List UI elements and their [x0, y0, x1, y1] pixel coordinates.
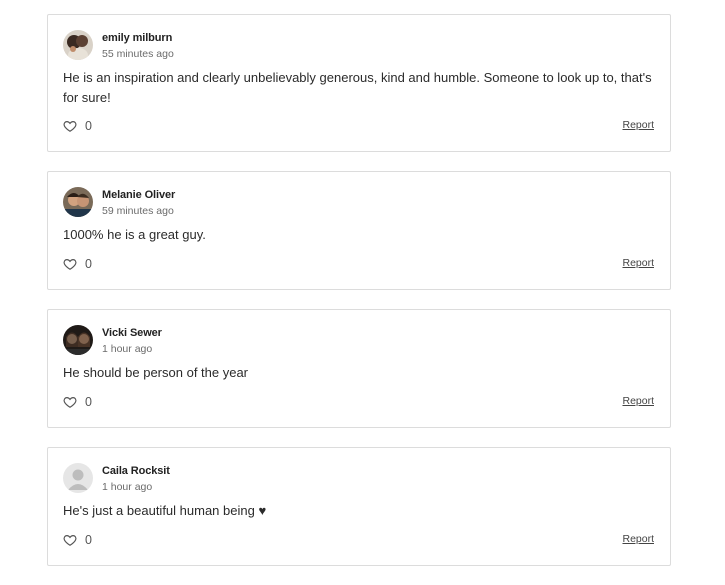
comment-author[interactable]: Melanie Oliver — [102, 189, 175, 201]
comment-card: Vicki Sewer 1 hour ago He should be pers… — [47, 309, 671, 428]
report-link[interactable]: Report — [622, 119, 654, 131]
heart-icon[interactable] — [63, 395, 77, 409]
default-avatar-icon[interactable] — [63, 463, 93, 493]
like-count: 0 — [85, 119, 92, 133]
like-count: 0 — [85, 395, 92, 409]
comment-actions: 0 — [63, 119, 92, 133]
avatar[interactable] — [63, 30, 93, 60]
comment-author[interactable]: Caila Rocksit — [102, 465, 170, 477]
comment-card: Melanie Oliver 59 minutes ago 1000% he i… — [47, 171, 671, 290]
heart-icon[interactable] — [63, 257, 77, 271]
heart-icon[interactable] — [63, 119, 77, 133]
report-link[interactable]: Report — [622, 395, 654, 407]
avatar[interactable] — [63, 325, 93, 355]
comment-author[interactable]: Vicki Sewer — [102, 327, 162, 339]
comment-card: emily milburn 55 minutes ago He is an in… — [47, 14, 671, 152]
comment-actions: 0 — [63, 395, 92, 409]
like-count: 0 — [85, 257, 92, 271]
avatar[interactable] — [63, 187, 93, 217]
report-link[interactable]: Report — [622, 257, 654, 269]
comment-text: He should be person of the year — [63, 365, 249, 380]
heart-icon[interactable] — [63, 533, 77, 547]
comment-timestamp: 59 minutes ago — [102, 205, 174, 217]
comment-timestamp: 1 hour ago — [102, 343, 153, 355]
comment-timestamp: 1 hour ago — [102, 481, 153, 493]
comment-timestamp: 55 minutes ago — [102, 48, 174, 60]
like-count: 0 — [85, 533, 92, 547]
comment-text: He is an inspiration and clearly unbelie… — [63, 70, 652, 105]
comment-text: 1000% he is a great guy. — [63, 227, 206, 242]
comment-card: Caila Rocksit 1 hour ago He's just a bea… — [47, 447, 671, 566]
comment-actions: 0 — [63, 257, 92, 271]
comment-actions: 0 — [63, 533, 92, 547]
comment-author[interactable]: emily milburn — [102, 32, 172, 44]
comment-text: He's just a beautiful human being ♥ — [63, 503, 267, 518]
comments-feed: emily milburn 55 minutes ago He is an in… — [47, 14, 671, 585]
report-link[interactable]: Report — [622, 533, 654, 545]
